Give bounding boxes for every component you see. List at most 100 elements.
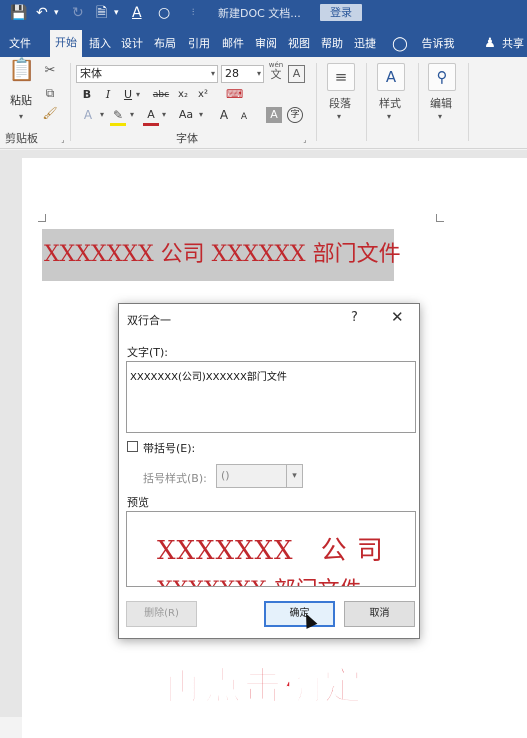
styles-icon[interactable]: A — [377, 63, 405, 91]
font-color-dropdown-icon[interactable]: ▾ — [160, 107, 168, 123]
enclose-chars-button[interactable]: 字 — [287, 107, 303, 123]
tab-layout[interactable]: 布局 — [150, 31, 180, 57]
preview-top-line: XXXXXXX 公 司 — [157, 536, 384, 566]
text-effects-icon[interactable]: A — [80, 107, 96, 123]
undo-dropdown-icon[interactable]: ▾ — [54, 3, 59, 23]
highlight-icon[interactable]: ✎ — [110, 107, 126, 126]
group-separator — [468, 63, 469, 141]
char-border-button[interactable]: A — [288, 65, 305, 83]
chevron-down-icon: ▾ — [256, 69, 261, 78]
text-field-label: 文字(T): — [127, 346, 169, 359]
redo-icon: ↻ — [72, 5, 84, 21]
clear-formatting-icon[interactable]: ⌨ — [226, 86, 243, 102]
paste-button[interactable]: 粘贴 — [4, 93, 38, 109]
delete-button[interactable]: 删除(R) — [126, 601, 197, 627]
font-size-value: 28 — [225, 67, 239, 80]
customize-icon[interactable]: ⫶ — [192, 3, 194, 23]
superscript-button[interactable]: x² — [196, 87, 210, 103]
paste-dropdown-icon[interactable]: ▾ — [13, 109, 29, 125]
circle-icon[interactable]: ○ — [158, 3, 170, 23]
cancel-button[interactable]: 取消 — [344, 601, 415, 627]
tab-mailings[interactable]: 邮件 — [218, 31, 248, 57]
group-separator — [316, 63, 317, 141]
text-effects-dropdown-icon[interactable]: ▾ — [98, 107, 106, 123]
search-icon[interactable]: ⚲ — [428, 63, 456, 91]
phonetic-guide-button[interactable]: wén 文 — [267, 61, 285, 81]
person-icon: ♟ — [484, 36, 496, 51]
paste-clipboard-icon[interactable]: 📋 — [8, 60, 35, 91]
login-button[interactable]: 登录 — [320, 4, 362, 21]
dialog-title: 双行合一 — [127, 314, 171, 327]
undo-icon[interactable]: ↶ — [36, 3, 48, 23]
tab-references[interactable]: 引用 — [184, 31, 214, 57]
font-group-label: 字体 — [176, 132, 198, 145]
change-case-button[interactable]: Aa — [176, 107, 196, 123]
margin-corner-mark — [436, 214, 444, 222]
font-name-value: 宋体 — [80, 67, 102, 80]
bold-button[interactable]: B — [80, 87, 94, 103]
strikethrough-button[interactable]: abc — [150, 87, 172, 103]
phonetic-char: 文 — [270, 68, 282, 81]
document-title: 新建DOC 文档... — [218, 7, 301, 20]
tab-insert[interactable]: 插入 — [85, 31, 115, 57]
grow-font-button[interactable]: A — [218, 107, 230, 123]
editing-dropdown-icon[interactable]: ▾ — [435, 109, 445, 125]
clipboard-group-label: 剪贴板 — [5, 132, 38, 145]
styles-dropdown-icon[interactable]: ▾ — [384, 109, 394, 125]
tab-help[interactable]: 帮助 — [317, 31, 347, 57]
group-separator — [70, 63, 71, 141]
margin-corner-mark — [38, 214, 46, 222]
font-color-button[interactable]: A — [143, 107, 159, 126]
font-launcher-icon[interactable]: ⌟ — [300, 132, 310, 148]
shrink-font-button[interactable]: A — [238, 109, 250, 125]
save-icon[interactable]: 💾 — [10, 3, 27, 23]
new-document-icon[interactable]: 🗎 — [96, 3, 107, 23]
text-input[interactable]: XXXXXXX(公司)XXXXXX部门文件 — [126, 361, 416, 433]
share-button[interactable]: 共享 — [499, 31, 527, 57]
paragraph-dropdown-icon[interactable]: ▾ — [334, 109, 344, 125]
underline-dropdown-icon[interactable]: ▾ — [134, 87, 142, 103]
ribbon-tab-bar: 文件 开始 插入 设计 布局 引用 邮件 审阅 视图 帮助 迅捷 ◯ 告诉我 ♟… — [0, 26, 527, 57]
new-dropdown-icon[interactable]: ▾ — [114, 3, 119, 23]
tab-review[interactable]: 审阅 — [251, 31, 281, 57]
font-color-icon[interactable]: A — [132, 3, 142, 23]
highlight-dropdown-icon[interactable]: ▾ — [128, 107, 136, 123]
paragraph-icon[interactable]: ≡ — [327, 63, 355, 91]
tab-home[interactable]: 开始 — [50, 30, 82, 57]
bracket-style-label: 括号样式(B): — [143, 472, 207, 485]
italic-button[interactable]: I — [101, 87, 115, 103]
format-painter-icon[interactable]: 🖌 — [42, 105, 58, 121]
chevron-down-icon: ▾ — [210, 69, 215, 78]
copy-icon[interactable]: ⧉ — [42, 85, 58, 101]
group-separator — [418, 63, 419, 141]
bracket-style-value: () — [221, 469, 230, 482]
underline-button[interactable]: U — [121, 87, 135, 103]
tab-xunjie[interactable]: 迅捷 — [350, 31, 380, 57]
close-button[interactable]: ✕ — [391, 308, 404, 326]
home-ribbon: 📋 粘贴 ▾ ✂ ⧉ 🖌 剪贴板 ⌟ 宋体 ▾ 28 ▾ wén 文 A B I… — [0, 57, 527, 149]
font-name-select[interactable]: 宋体 ▾ — [76, 65, 218, 83]
cut-icon[interactable]: ✂ — [42, 63, 58, 79]
clipboard-launcher-icon[interactable]: ⌟ — [58, 132, 68, 148]
change-case-dropdown-icon[interactable]: ▾ — [197, 107, 205, 123]
tab-design[interactable]: 设计 — [117, 31, 147, 57]
lightbulb-icon[interactable]: ◯ — [392, 31, 408, 57]
ok-button[interactable]: 确定 — [264, 601, 335, 627]
title-bar: 💾 ↶ ▾ ↻ 🗎 ▾ A ○ ⫶ 新建DOC 文档... 登录 — [0, 0, 527, 26]
font-size-select[interactable]: 28 ▾ — [221, 65, 264, 83]
tab-file[interactable]: 文件 — [0, 31, 40, 57]
help-button[interactable]: ? — [351, 310, 358, 325]
chevron-down-icon: ▾ — [286, 465, 302, 487]
tell-me-search[interactable]: 告诉我 — [418, 31, 458, 57]
bracket-checkbox[interactable] — [127, 441, 138, 452]
selected-document-text[interactable]: XXXXXXX 公司 XXXXXX 部门文件 — [42, 229, 401, 281]
tab-view[interactable]: 视图 — [284, 31, 314, 57]
bracket-checkbox-label: 带括号(E): — [143, 442, 196, 455]
bracket-style-select: () ▾ — [216, 464, 303, 488]
combine-dialog: 双行合一 ? ✕ 文字(T): XXXXXXX(公司)XXXXXX部门文件 带括… — [118, 303, 420, 639]
preview-box: XXXXXXX 公 司 XXXXXXX 部门文件 — [126, 511, 416, 587]
instruction-caption: 再点击确定 — [163, 663, 364, 709]
char-shading-button[interactable]: A — [266, 107, 282, 123]
subscript-button[interactable]: x₂ — [176, 87, 190, 103]
preview-bottom-line: XXXXXXX 部门文件 — [157, 572, 362, 586]
